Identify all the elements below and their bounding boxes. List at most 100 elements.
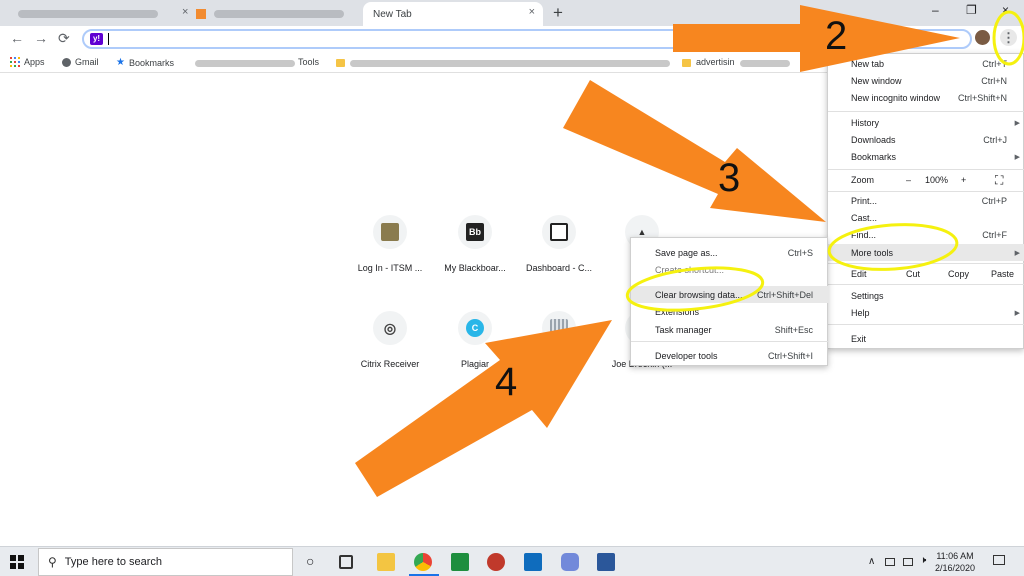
- shortcut-itsm[interactable]: Log In - ITSM ...: [350, 215, 430, 273]
- windows-start-icon[interactable]: [10, 555, 24, 569]
- zoom-out-button[interactable]: –: [906, 175, 911, 185]
- tab-close-icon[interactable]: ×: [182, 6, 188, 18]
- bookmark-apps[interactable]: Apps: [10, 57, 45, 67]
- step-2-label: 2: [825, 14, 848, 58]
- cut-button[interactable]: Cut: [906, 269, 920, 279]
- menu-item-more-tools[interactable]: More tools ▶: [828, 244, 1024, 261]
- menu-item-label: Downloads: [851, 134, 896, 145]
- submenu-item-clear-data[interactable]: Clear browsing data... Ctrl+Shift+Del: [631, 286, 829, 303]
- bookmark-bookmarks[interactable]: ★ Bookmarks: [116, 57, 174, 68]
- system-clock[interactable]: 11:06 AM 2/16/2020: [925, 550, 985, 574]
- submenu-arrow-icon: ▶: [1014, 119, 1020, 127]
- menu-item-new-window[interactable]: New window Ctrl+N: [828, 72, 1024, 89]
- close-window-icon[interactable]: ×: [1002, 3, 1009, 17]
- menu-item-bookmarks[interactable]: Bookmarks ▶: [828, 148, 1024, 165]
- notification-icon[interactable]: [993, 555, 1005, 565]
- menu-item-label: Create shortcut...: [655, 264, 725, 275]
- tab-blurred-2[interactable]: [190, 2, 360, 26]
- shortcut-tile: [373, 215, 407, 249]
- new-tab-button[interactable]: +: [553, 3, 563, 23]
- clock-time: 11:06 AM: [936, 551, 974, 561]
- shortcut-label: Dashboard - C...: [525, 263, 593, 273]
- bookmark-redacted: [350, 60, 670, 67]
- submenu-item-dev-tools[interactable]: Developer tools Ctrl+Shift+I: [631, 347, 829, 364]
- bookmark-advertising[interactable]: advertisin: [696, 57, 735, 67]
- citrix-icon: ◎: [383, 319, 397, 336]
- submenu-item-create-shortcut[interactable]: Create shortcut...: [631, 261, 829, 278]
- shortcut-page[interactable]: ge: [519, 311, 599, 369]
- submenu-item-save-page[interactable]: Save page as... Ctrl+S: [631, 244, 829, 261]
- menu-item-exit[interactable]: Exit: [828, 330, 1024, 347]
- tab-close-icon[interactable]: ×: [529, 6, 535, 18]
- menu-item-new-tab[interactable]: New tab Ctrl+T: [828, 55, 1024, 72]
- paste-button[interactable]: Paste: [991, 269, 1014, 279]
- menu-item-print[interactable]: Print... Ctrl+P: [828, 192, 1024, 209]
- app-green-icon[interactable]: [451, 553, 469, 571]
- chrome-taskbar-icon[interactable]: [414, 553, 432, 571]
- step-4-label: 4: [495, 360, 518, 404]
- menu-item-label: Save page as...: [655, 247, 718, 258]
- menu-item-label: More tools: [851, 247, 894, 258]
- menu-item-shortcut: Ctrl+F: [982, 229, 1007, 240]
- file-explorer-icon[interactable]: [377, 553, 395, 571]
- menu-item-label: New tab: [851, 58, 885, 69]
- menu-item-settings[interactable]: Settings: [828, 287, 1024, 304]
- shortcut-tile: ◎: [373, 311, 407, 345]
- submenu-arrow-icon: ▶: [1014, 153, 1020, 161]
- shortcut-label: Plagiar: [460, 359, 489, 369]
- chrome-menu-icon[interactable]: ⋮: [1000, 29, 1017, 46]
- bookmark-label: Gmail: [75, 57, 99, 67]
- battery-icon[interactable]: [903, 558, 913, 566]
- fullscreen-icon[interactable]: ⛶: [995, 173, 1003, 188]
- reload-icon[interactable]: ⟳: [58, 30, 70, 47]
- cortana-icon[interactable]: ○: [306, 553, 314, 569]
- minimize-icon[interactable]: –: [932, 3, 939, 17]
- shortcut-blackboard[interactable]: Bb My Blackboar...: [435, 215, 515, 273]
- dashboard-icon: [550, 223, 568, 241]
- menu-item-shortcut: Ctrl+Shift+Del: [756, 289, 813, 300]
- zoom-in-button[interactable]: +: [961, 175, 966, 185]
- screen: × New Tab × + – ❐ × ← → ⟳ y! ⋮ Apps Gmai…: [0, 0, 1024, 576]
- menu-item-label: Developer tools: [655, 350, 718, 361]
- bookmark-gmail[interactable]: Gmail: [62, 57, 99, 67]
- submenu-item-task-manager[interactable]: Task manager Shift+Esc: [631, 321, 829, 338]
- taskbar-search-box[interactable]: ⚲ Type here to search: [38, 548, 293, 576]
- tab-blurred-1[interactable]: ×: [10, 2, 188, 26]
- zoom-value: 100%: [925, 175, 949, 185]
- menu-item-shortcut: Ctrl+J: [983, 134, 1007, 145]
- forward-icon[interactable]: →: [34, 30, 48, 46]
- copy-button[interactable]: Copy: [948, 269, 969, 279]
- tab-new-tab[interactable]: New Tab ×: [363, 2, 543, 26]
- task-view-icon[interactable]: [339, 555, 353, 569]
- page-icon: [550, 319, 568, 337]
- menu-item-label: Settings: [851, 290, 884, 301]
- tab-favicon-icon: [196, 9, 206, 19]
- tab-strip: × New Tab × + – ❐ ×: [0, 0, 1024, 26]
- tray-expand-icon[interactable]: ∧: [868, 556, 875, 567]
- bookmark-label: Tools: [298, 57, 320, 67]
- shortcut-citrix[interactable]: ◎ Citrix Receiver: [350, 311, 430, 369]
- menu-item-label: Cast...: [851, 212, 878, 223]
- arrow-3: [563, 80, 826, 222]
- profile-avatar[interactable]: [975, 30, 990, 45]
- discord-icon[interactable]: [561, 553, 579, 571]
- blackboard-icon: Bb: [466, 223, 484, 241]
- menu-item-history[interactable]: History ▶: [828, 114, 1024, 131]
- outlook-icon[interactable]: [524, 553, 542, 571]
- menu-item-incognito[interactable]: New incognito window Ctrl+Shift+N: [828, 89, 1024, 106]
- menu-item-shortcut: Ctrl+P: [981, 195, 1007, 206]
- menu-item-cast[interactable]: Cast...: [828, 209, 1024, 226]
- restore-icon[interactable]: ❐: [966, 3, 977, 17]
- bookmark-tools[interactable]: Tools: [298, 57, 319, 67]
- shortcut-dashboard[interactable]: Dashboard - C...: [519, 215, 599, 273]
- menu-zoom-row: Zoom – 100% + ⛶: [828, 172, 1024, 189]
- menu-item-downloads[interactable]: Downloads Ctrl+J: [828, 131, 1024, 148]
- back-icon[interactable]: ←: [10, 30, 24, 46]
- submenu-item-extensions[interactable]: Extensions: [631, 303, 829, 320]
- app-red-icon[interactable]: [487, 553, 505, 571]
- bookmark-label: Bookmarks: [128, 57, 174, 68]
- menu-item-help[interactable]: Help ▶: [828, 304, 1024, 321]
- word-icon[interactable]: [597, 553, 615, 571]
- menu-item-find[interactable]: Find... Ctrl+F: [828, 226, 1024, 243]
- network-icon[interactable]: [885, 558, 895, 566]
